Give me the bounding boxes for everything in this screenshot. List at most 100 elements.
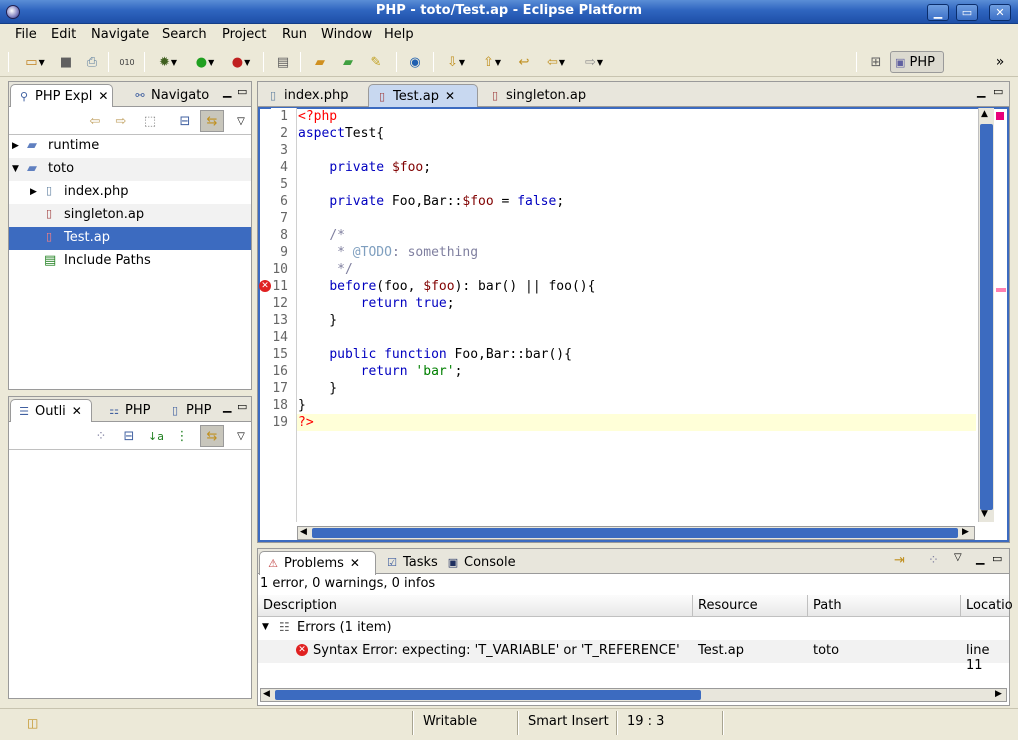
menu-project[interactable]: Project [222,27,266,42]
code-line[interactable]: <?php [298,109,337,124]
tab-navigator[interactable]: ⚯ Navigato [127,84,215,107]
close-tab-icon[interactable]: ✕ [72,404,82,418]
maximize-button[interactable]: ▭ [956,4,978,21]
view-menu-icon[interactable]: ▽ [954,552,962,563]
column-location[interactable]: Locatio [961,595,1013,617]
go-to-icon[interactable]: ⇥ [894,553,905,568]
minimize-view-icon[interactable]: ▁ [223,400,231,413]
problems-horizontal-scrollbar[interactable]: ◀ ▶ [260,688,1007,702]
tab-outline[interactable]: ☰ Outli ✕ [10,399,92,423]
open-project-icon[interactable]: ▰ [338,52,358,72]
tab-problems[interactable]: ⚠ Problems ✕ [259,551,376,575]
error-marker-icon[interactable]: ✕ [259,280,271,292]
code-line[interactable]: public function Foo,Bar::bar(){ [298,347,572,362]
fast-view-icon[interactable]: ◫ [27,716,38,730]
hide-fields-icon[interactable]: ⁘ [91,426,111,446]
maximize-view-icon[interactable]: ▭ [992,552,1002,565]
back-nav-icon[interactable]: ⇦ [85,111,105,131]
link-with-editor-icon[interactable]: ⇆ [200,425,224,447]
code-line[interactable]: } [298,398,306,413]
close-tab-icon[interactable]: ✕ [98,89,108,103]
code-line[interactable]: private Foo,Bar::$foo = false; [298,194,564,209]
print-icon[interactable]: ⎙ [82,52,102,72]
next-annotation-icon[interactable]: ⇩ ▼ [442,52,470,72]
error-group-row[interactable]: ▼ ☷ Errors (1 item) [258,617,1009,640]
code-line[interactable]: before(foo, $foo): bar() || foo(){ [298,279,595,294]
scroll-thumb[interactable] [312,528,958,538]
filter-icon[interactable]: ⁘ [928,553,939,568]
maximize-view-icon[interactable]: ▭ [237,400,247,413]
expand-arrow-icon[interactable]: ▶ [12,141,19,151]
column-resource[interactable]: Resource [693,595,808,617]
scroll-down-icon[interactable]: ▼ [981,509,988,519]
minimize-view-icon[interactable]: ▁ [976,552,984,565]
code-line[interactable]: */ [298,262,353,277]
tab-singleton-ap[interactable]: ▯ singleton.ap [482,84,592,107]
open-type-icon[interactable]: ▤ [273,52,293,72]
tab-index-php[interactable]: ▯ index.php [260,84,354,107]
minimize-view-icon[interactable]: ▁ [977,85,985,98]
menu-navigate[interactable]: Navigate [91,27,149,42]
new-wizard-icon[interactable]: ▭ ▼ [22,52,48,72]
editor-vertical-scrollbar[interactable]: ▲ ▼ [978,108,994,522]
minimize-view-icon[interactable]: ▁ [223,85,231,98]
code-line[interactable]: } [298,313,337,328]
hide-static-icon[interactable]: ⋮ [172,426,192,446]
menu-edit[interactable]: Edit [51,27,76,42]
tab-test-ap[interactable]: ▯ Test.ap ✕ [368,84,478,108]
scroll-right-icon[interactable]: ▶ [962,527,969,537]
scroll-thumb[interactable] [980,124,993,510]
run-icon[interactable]: ● ▼ [191,52,219,72]
maximize-view-icon[interactable]: ▭ [237,85,247,98]
link-with-editor-icon[interactable]: ⇆ [200,110,224,132]
code-line[interactable]: * @TODO: something [298,245,478,260]
code-line[interactable]: return true; [298,296,455,311]
binary-icon[interactable]: 010 [117,52,137,72]
menu-run[interactable]: Run [282,27,307,42]
code-line[interactable]: aspectTest{ [298,126,384,141]
error-overview-icon[interactable] [996,112,1004,120]
collapse-arrow-icon[interactable]: ▼ [12,164,19,174]
open-perspective-icon[interactable]: ⊞ [866,52,886,72]
code-line[interactable]: /* [298,228,345,243]
pen-icon[interactable]: ✎ [366,52,386,72]
column-path[interactable]: Path [808,595,961,617]
tree-item-runtime[interactable]: ▶ ▰ runtime [9,135,251,158]
expand-arrow-icon[interactable]: ▶ [30,187,37,197]
more-perspectives-icon[interactable]: » [990,52,1010,72]
minimize-button[interactable]: ▁ [927,4,949,21]
save-icon[interactable]: ■ [56,52,76,72]
sort-icon[interactable]: ↓a [146,426,166,446]
tab-php-1[interactable]: ⚏ PHP [101,399,156,422]
collapse-arrow-icon[interactable]: ▼ [262,622,269,632]
code-line[interactable]: ?> [298,415,314,430]
tree-item-singleton-ap[interactable]: ▯ singleton.ap [9,204,251,227]
globe-icon[interactable]: ◉ [405,52,425,72]
tree-item-include-paths[interactable]: ▤ Include Paths [9,250,251,273]
collapse-all-icon[interactable]: ⊟ [119,426,139,446]
view-menu-icon[interactable]: ▽ [231,111,251,131]
tab-php-explorer[interactable]: ⚲ PHP Expl ✕ [10,84,113,108]
tab-php-2[interactable]: ▯ PHP [162,399,217,422]
menu-search[interactable]: Search [162,27,207,42]
error-annotation-marker[interactable] [996,288,1006,292]
external-tools-icon[interactable]: ● ▼ [227,52,255,72]
code-line[interactable]: private $foo; [298,160,431,175]
menu-file[interactable]: File [15,27,37,42]
menu-window[interactable]: Window [321,27,372,42]
debug-icon[interactable]: ✹ ▼ [154,52,182,72]
up-icon[interactable]: ⬚ [140,111,160,131]
open-folder-icon[interactable]: ▰ [310,52,330,72]
php-perspective-button[interactable]: ▣ PHP [890,51,944,73]
scroll-up-icon[interactable]: ▲ [981,109,988,119]
scroll-thumb[interactable] [275,690,701,700]
previous-annotation-icon[interactable]: ⇧ ▼ [478,52,506,72]
tree-item-index-php[interactable]: ▶ ▯ index.php [9,181,251,204]
collapse-all-icon[interactable]: ⊟ [175,111,195,131]
code-line[interactable]: } [298,381,337,396]
last-edit-location-icon[interactable]: ↩ [514,52,534,72]
maximize-view-icon[interactable]: ▭ [993,85,1003,98]
view-menu-icon[interactable]: ▽ [231,426,251,446]
tree-item-toto[interactable]: ▼ ▰ toto [9,158,251,181]
tree-item-test-ap[interactable]: ▯ Test.ap [9,227,251,250]
